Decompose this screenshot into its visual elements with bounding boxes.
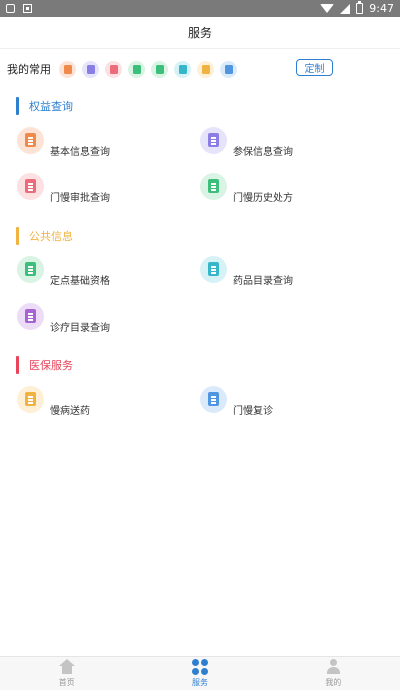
delivery-icon — [17, 386, 44, 413]
nav-label: 首页 — [58, 678, 75, 687]
item-chronic-approval-query[interactable]: 门慢审批查询 — [17, 173, 110, 204]
item-designated-qualification[interactable]: 定点基础资格 — [17, 256, 110, 287]
status-time: 9:47 — [369, 2, 394, 15]
card-icon — [200, 127, 227, 154]
nav-service[interactable]: 服务 — [133, 657, 266, 690]
item-label: 诊疗目录查询 — [50, 323, 110, 334]
doctor-icon — [200, 386, 227, 413]
favorites-label: 我的常用 — [7, 63, 51, 76]
home-icon — [58, 659, 75, 675]
section-title: 公共信息 — [29, 230, 73, 243]
section-bar — [16, 97, 19, 115]
item-label: 参保信息查询 — [233, 147, 293, 158]
item-label: 门慢审批查询 — [50, 193, 110, 204]
item-chronic-drug-delivery[interactable]: 慢病送药 — [17, 386, 90, 417]
record-icon — [17, 127, 44, 154]
item-label: 门慢复诊 — [233, 406, 273, 417]
catalog-icon — [17, 303, 44, 330]
prescription-icon — [200, 173, 227, 200]
item-treatment-catalog-query[interactable]: 诊疗目录查询 — [17, 303, 110, 334]
user-icon — [325, 659, 341, 675]
item-label: 定点基础资格 — [50, 276, 110, 287]
doctor-icon[interactable] — [220, 60, 237, 78]
pill-icon — [200, 256, 227, 283]
section-public-info: 公共信息 — [16, 227, 73, 245]
nav-label: 服务 — [191, 678, 208, 687]
section-title: 医保服务 — [29, 359, 73, 372]
favorites-row: 我的常用 定制 — [0, 57, 400, 81]
section-rights-query: 权益查询 — [16, 97, 73, 115]
item-drug-catalog-query[interactable]: 药品目录查询 — [200, 256, 293, 287]
grid-icon — [191, 659, 208, 675]
item-chronic-history-prescription[interactable]: 门慢历史处方 — [200, 173, 293, 204]
approval-icon[interactable] — [105, 60, 122, 78]
item-label: 门慢历史处方 — [233, 193, 293, 204]
item-label: 慢病送药 — [50, 406, 90, 417]
section-bar — [16, 227, 19, 245]
page-title: 服务 — [187, 26, 212, 40]
building-icon — [17, 256, 44, 283]
section-medical-insurance-service: 医保服务 — [16, 356, 73, 374]
catalog-icon[interactable] — [197, 60, 214, 78]
section-title: 权益查询 — [29, 100, 73, 113]
clipboard-icon — [6, 4, 15, 13]
item-insurance-info-query[interactable]: 参保信息查询 — [200, 127, 293, 158]
item-label: 药品目录查询 — [233, 276, 293, 287]
notification-icon — [23, 4, 32, 13]
nav-mine[interactable]: 我的 — [267, 657, 400, 690]
pill-icon[interactable] — [174, 60, 191, 78]
item-label: 基本信息查询 — [50, 147, 110, 158]
card-icon[interactable] — [82, 60, 99, 78]
item-basic-info-query[interactable]: 基本信息查询 — [17, 127, 110, 158]
battery-icon — [356, 1, 364, 14]
page-header: 服务 — [0, 17, 400, 49]
nav-label: 我的 — [325, 678, 342, 687]
signal-icon — [340, 3, 351, 14]
bottom-nav: 首页 服务 我的 — [0, 656, 400, 690]
customize-button[interactable]: 定制 — [296, 59, 333, 76]
status-bar: 9:47 — [0, 0, 400, 17]
wifi-icon — [320, 4, 335, 13]
record-icon[interactable] — [59, 60, 76, 78]
item-chronic-revisit[interactable]: 门慢复诊 — [200, 386, 273, 417]
prescription-icon[interactable] — [128, 60, 145, 78]
approval-icon — [17, 173, 44, 200]
nav-home[interactable]: 首页 — [0, 657, 133, 690]
building-icon[interactable] — [151, 60, 168, 78]
section-bar — [16, 356, 19, 374]
favorites-icons — [59, 60, 237, 78]
